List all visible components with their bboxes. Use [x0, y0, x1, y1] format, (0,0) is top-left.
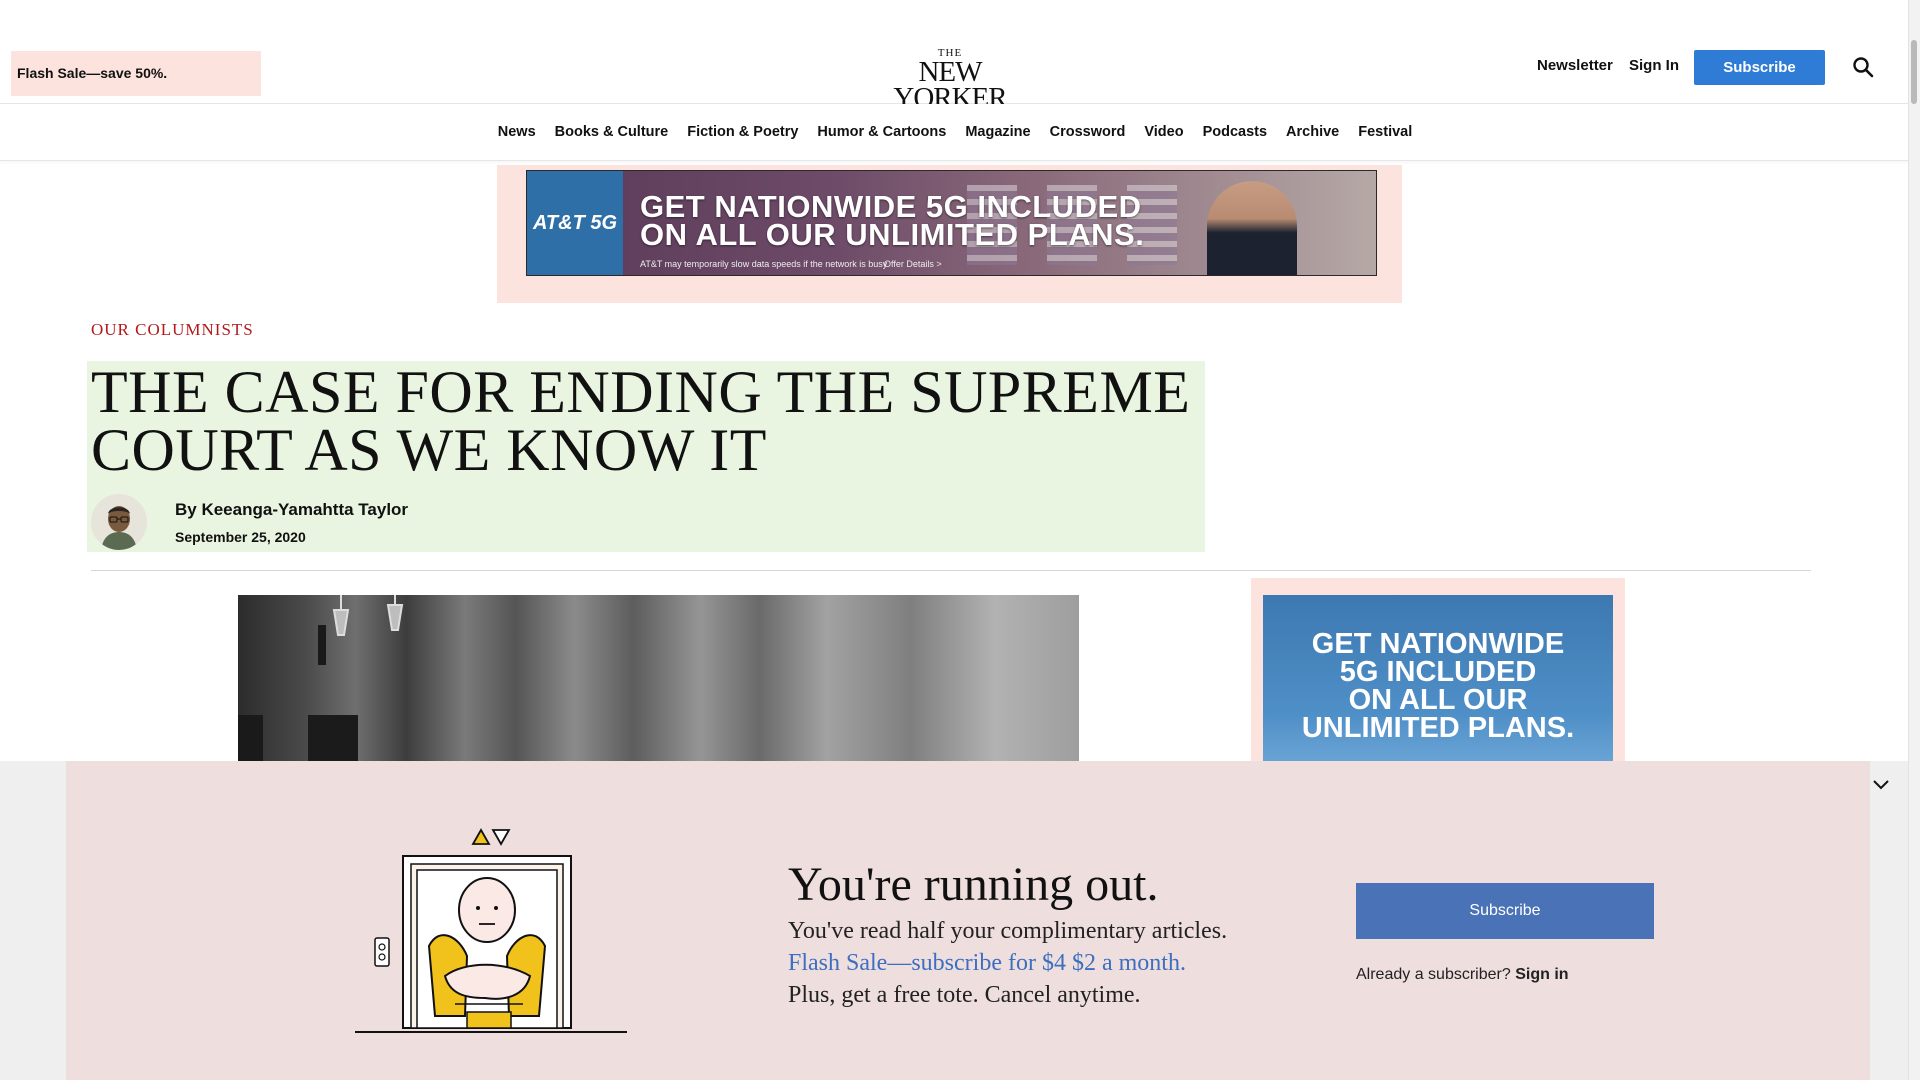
paywall-heading: You're running out. — [788, 858, 1159, 911]
nav-item-news[interactable]: News — [498, 124, 536, 140]
nav-item-books-culture[interactable]: Books & Culture — [555, 124, 669, 140]
sign-in-link[interactable]: Sign In — [1629, 57, 1679, 74]
nav-item-magazine[interactable]: Magazine — [965, 124, 1030, 140]
paywall-illustration — [355, 826, 627, 1036]
article-header: THE CASE FOR ENDING THE SUPREME COURT AS… — [87, 361, 1205, 552]
author-byline[interactable]: By Keeanga-Yamahtta Taylor — [175, 500, 408, 520]
ad-fine-print: AT&T may temporarily slow data speeds if… — [640, 259, 888, 269]
nav-item-archive[interactable]: Archive — [1286, 124, 1339, 140]
side-banner-ad[interactable]: GET NATIONWIDE 5G INCLUDED ON ALL OUR UN… — [1263, 595, 1613, 765]
ad-person-image — [1207, 181, 1297, 275]
search-icon[interactable] — [1852, 56, 1874, 78]
att-5g-logo: AT&T 5G — [527, 171, 623, 275]
already-subscriber-prompt: Already a subscriber? Sign in — [1356, 966, 1569, 984]
paywall-article-count: You've read half your complimentary arti… — [788, 918, 1228, 944]
section-divider — [91, 570, 1811, 571]
top-banner-ad[interactable]: AT&T 5G GET NATIONWIDE 5G INCLUDED ON AL… — [526, 170, 1377, 276]
article-lead-photo — [238, 595, 1079, 765]
vertical-scrollbar[interactable] — [1908, 0, 1920, 1080]
paywall-subscribe-button[interactable]: Subscribe — [1356, 883, 1654, 939]
chevron-down-icon[interactable] — [1872, 778, 1890, 792]
nav-item-crossword[interactable]: Crossword — [1050, 124, 1126, 140]
newsletter-link[interactable]: Newsletter — [1537, 57, 1613, 74]
already-subscriber-text: Already a subscriber? — [1356, 966, 1511, 983]
nav-item-humor-cartoons[interactable]: Humor & Cartoons — [817, 124, 946, 140]
article-rubric[interactable]: OUR COLUMNISTS — [91, 320, 254, 340]
main-navigation: News Books & Culture Fiction & Poetry Hu… — [0, 104, 1908, 161]
author-avatar[interactable] — [91, 494, 147, 550]
paywall-sign-in-link[interactable]: Sign in — [1515, 966, 1568, 983]
nav-item-festival[interactable]: Festival — [1358, 124, 1412, 140]
subscribe-button[interactable]: Subscribe — [1694, 50, 1825, 85]
nav-item-podcasts[interactable]: Podcasts — [1203, 124, 1267, 140]
article-title: THE CASE FOR ENDING THE SUPREME COURT AS… — [91, 359, 1191, 483]
flash-sale-banner[interactable]: Flash Sale—save 50%. — [11, 51, 261, 96]
publish-date: September 25, 2020 — [175, 529, 306, 545]
ad-headline: GET NATIONWIDE 5G INCLUDED ON ALL OUR UN… — [640, 189, 1145, 252]
paywall-flash-sale-offer[interactable]: Flash Sale—subscribe for $4 $2 a month. — [788, 950, 1186, 977]
nav-item-fiction-poetry[interactable]: Fiction & Poetry — [687, 124, 798, 140]
nav-item-video[interactable]: Video — [1144, 124, 1183, 140]
paywall-tote-offer: Plus, get a free tote. Cancel anytime. — [788, 982, 1141, 1008]
scrollbar-thumb[interactable] — [1911, 40, 1917, 104]
new-yorker-logo[interactable]: THE NEW YORKER — [878, 48, 1022, 113]
ad-offer-details-link[interactable]: Offer Details > — [884, 259, 942, 269]
